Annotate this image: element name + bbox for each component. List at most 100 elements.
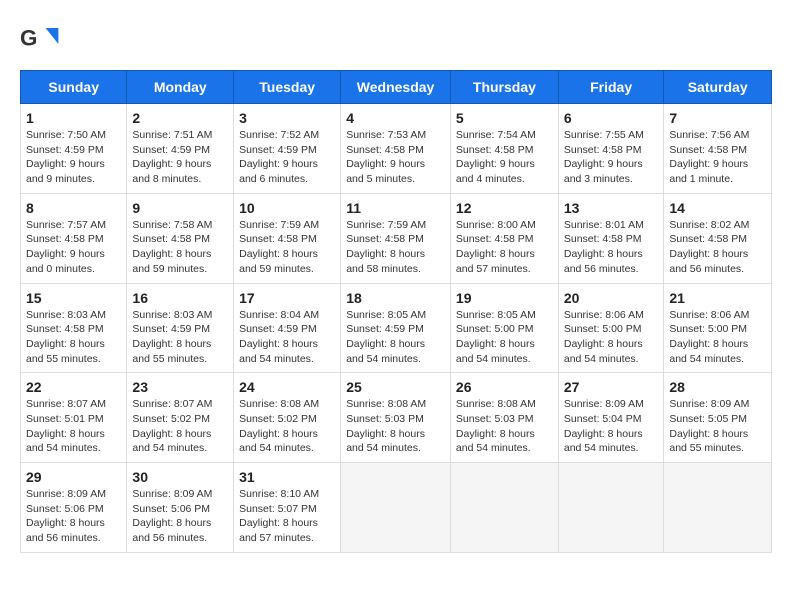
day-info: Sunrise: 8:05 AM Sunset: 5:00 PM Dayligh… [456,308,553,367]
calendar-cell: 6 Sunrise: 7:55 AM Sunset: 4:58 PM Daylig… [558,104,663,194]
day-number: 20 [564,290,658,306]
day-number: 13 [564,200,658,216]
calendar-cell: 22 Sunrise: 8:07 AM Sunset: 5:01 PM Dayli… [21,373,127,463]
day-number: 9 [132,200,228,216]
calendar-cell: 18Sunrise: 8:05 AM Sunset: 4:59 PM Dayli… [341,283,451,373]
day-info: Sunrise: 7:59 AM Sunset: 4:58 PM Dayligh… [346,218,445,277]
day-info: Sunrise: 7:57 AM Sunset: 4:58 PM Dayligh… [26,218,121,277]
week-row-4: 22 Sunrise: 8:07 AM Sunset: 5:01 PM Dayli… [21,373,772,463]
calendar-header-wednesday: Wednesday [341,71,451,104]
day-number: 10 [239,200,335,216]
day-number: 26 [456,379,553,395]
calendar-header-sunday: Sunday [21,71,127,104]
calendar-cell: 30 Sunrise: 8:09 AM Sunset: 5:06 PM Dayli… [127,463,234,553]
day-info: Sunrise: 8:09 AM Sunset: 5:05 PM Dayligh… [669,397,766,456]
calendar-cell [558,463,663,553]
calendar-header-monday: Monday [127,71,234,104]
day-info: Sunrise: 8:08 AM Sunset: 5:03 PM Dayligh… [456,397,553,456]
day-info: Sunrise: 8:09 AM Sunset: 5:06 PM Dayligh… [132,487,228,546]
calendar-cell: 27 Sunrise: 8:09 AM Sunset: 5:04 PM Dayli… [558,373,663,463]
calendar-cell: 19 Sunrise: 8:05 AM Sunset: 5:00 PM Dayli… [450,283,558,373]
calendar-cell: 13 Sunrise: 8:01 AM Sunset: 4:58 PM Dayli… [558,193,663,283]
day-number: 5 [456,110,553,126]
calendar-cell: 23 Sunrise: 8:07 AM Sunset: 5:02 PM Dayli… [127,373,234,463]
calendar-header-tuesday: Tuesday [234,71,341,104]
day-number: 19 [456,290,553,306]
day-info: Sunrise: 8:08 AM Sunset: 5:02 PM Dayligh… [239,397,335,456]
day-number: 24 [239,379,335,395]
day-number: 30 [132,469,228,485]
calendar-cell [664,463,772,553]
calendar-cell: 14Sunrise: 8:02 AM Sunset: 4:58 PM Dayli… [664,193,772,283]
calendar-header-friday: Friday [558,71,663,104]
day-number: 11 [346,200,445,216]
day-info: Sunrise: 8:03 AM Sunset: 4:59 PM Dayligh… [132,308,228,367]
day-info: Sunrise: 8:09 AM Sunset: 5:04 PM Dayligh… [564,397,658,456]
week-row-3: 15 Sunrise: 8:03 AM Sunset: 4:58 PM Dayli… [21,283,772,373]
day-number: 14 [669,200,766,216]
calendar-cell [450,463,558,553]
logo-icon: G [20,20,60,60]
calendar-cell: 5Sunrise: 7:54 AM Sunset: 4:58 PM Daylig… [450,104,558,194]
calendar-cell: 9 Sunrise: 7:58 AM Sunset: 4:58 PM Daylig… [127,193,234,283]
calendar-cell: 1Sunrise: 7:50 AM Sunset: 4:59 PM Daylig… [21,104,127,194]
week-row-2: 8 Sunrise: 7:57 AM Sunset: 4:58 PM Daylig… [21,193,772,283]
day-info: Sunrise: 7:50 AM Sunset: 4:59 PM Dayligh… [26,128,121,187]
calendar-cell [341,463,451,553]
day-info: Sunrise: 7:59 AM Sunset: 4:58 PM Dayligh… [239,218,335,277]
calendar-cell: 11 Sunrise: 7:59 AM Sunset: 4:58 PM Dayli… [341,193,451,283]
day-info: Sunrise: 8:07 AM Sunset: 5:02 PM Dayligh… [132,397,228,456]
calendar-cell: 17 Sunrise: 8:04 AM Sunset: 4:59 PM Dayli… [234,283,341,373]
day-number: 6 [564,110,658,126]
calendar-cell: 20Sunrise: 8:06 AM Sunset: 5:00 PM Dayli… [558,283,663,373]
day-info: Sunrise: 8:08 AM Sunset: 5:03 PM Dayligh… [346,397,445,456]
day-number: 22 [26,379,121,395]
calendar-cell: 15 Sunrise: 8:03 AM Sunset: 4:58 PM Dayli… [21,283,127,373]
calendar-cell: 10 Sunrise: 7:59 AM Sunset: 4:58 PM Dayli… [234,193,341,283]
day-number: 3 [239,110,335,126]
day-number: 21 [669,290,766,306]
calendar-cell: 25 Sunrise: 8:08 AM Sunset: 5:03 PM Dayli… [341,373,451,463]
day-number: 29 [26,469,121,485]
day-info: Sunrise: 7:58 AM Sunset: 4:58 PM Dayligh… [132,218,228,277]
day-info: Sunrise: 7:55 AM Sunset: 4:58 PM Dayligh… [564,128,658,187]
day-info: Sunrise: 8:07 AM Sunset: 5:01 PM Dayligh… [26,397,121,456]
day-number: 8 [26,200,121,216]
calendar-cell: 16 Sunrise: 8:03 AM Sunset: 4:59 PM Dayli… [127,283,234,373]
day-number: 7 [669,110,766,126]
calendar-header-row: SundayMondayTuesdayWednesdayThursdayFrid… [21,71,772,104]
day-info: Sunrise: 7:53 AM Sunset: 4:58 PM Dayligh… [346,128,445,187]
day-number: 12 [456,200,553,216]
day-info: Sunrise: 7:56 AM Sunset: 4:58 PM Dayligh… [669,128,766,187]
day-number: 31 [239,469,335,485]
calendar-cell: 24 Sunrise: 8:08 AM Sunset: 5:02 PM Dayli… [234,373,341,463]
day-number: 17 [239,290,335,306]
day-number: 16 [132,290,228,306]
day-info: Sunrise: 8:05 AM Sunset: 4:59 PM Dayligh… [346,308,445,367]
week-row-1: 1Sunrise: 7:50 AM Sunset: 4:59 PM Daylig… [21,104,772,194]
calendar-cell: 21 Sunrise: 8:06 AM Sunset: 5:00 PM Dayli… [664,283,772,373]
day-number: 15 [26,290,121,306]
calendar-header-thursday: Thursday [450,71,558,104]
calendar-header-saturday: Saturday [664,71,772,104]
svg-text:G: G [20,26,37,51]
day-info: Sunrise: 8:09 AM Sunset: 5:06 PM Dayligh… [26,487,121,546]
calendar-cell: 31Sunrise: 8:10 AM Sunset: 5:07 PM Dayli… [234,463,341,553]
day-info: Sunrise: 8:03 AM Sunset: 4:58 PM Dayligh… [26,308,121,367]
day-number: 23 [132,379,228,395]
day-number: 28 [669,379,766,395]
day-info: Sunrise: 7:52 AM Sunset: 4:59 PM Dayligh… [239,128,335,187]
calendar-table: SundayMondayTuesdayWednesdayThursdayFrid… [20,70,772,553]
day-info: Sunrise: 8:01 AM Sunset: 4:58 PM Dayligh… [564,218,658,277]
day-number: 25 [346,379,445,395]
calendar-cell: 3 Sunrise: 7:52 AM Sunset: 4:59 PM Daylig… [234,104,341,194]
calendar-cell: 28 Sunrise: 8:09 AM Sunset: 5:05 PM Dayli… [664,373,772,463]
day-number: 27 [564,379,658,395]
calendar-cell: 12 Sunrise: 8:00 AM Sunset: 4:58 PM Dayli… [450,193,558,283]
day-info: Sunrise: 8:06 AM Sunset: 5:00 PM Dayligh… [669,308,766,367]
day-info: Sunrise: 8:00 AM Sunset: 4:58 PM Dayligh… [456,218,553,277]
calendar-cell: 4Sunrise: 7:53 AM Sunset: 4:58 PM Daylig… [341,104,451,194]
week-row-5: 29 Sunrise: 8:09 AM Sunset: 5:06 PM Dayli… [21,463,772,553]
day-info: Sunrise: 8:04 AM Sunset: 4:59 PM Dayligh… [239,308,335,367]
calendar-cell: 2Sunrise: 7:51 AM Sunset: 4:59 PM Daylig… [127,104,234,194]
